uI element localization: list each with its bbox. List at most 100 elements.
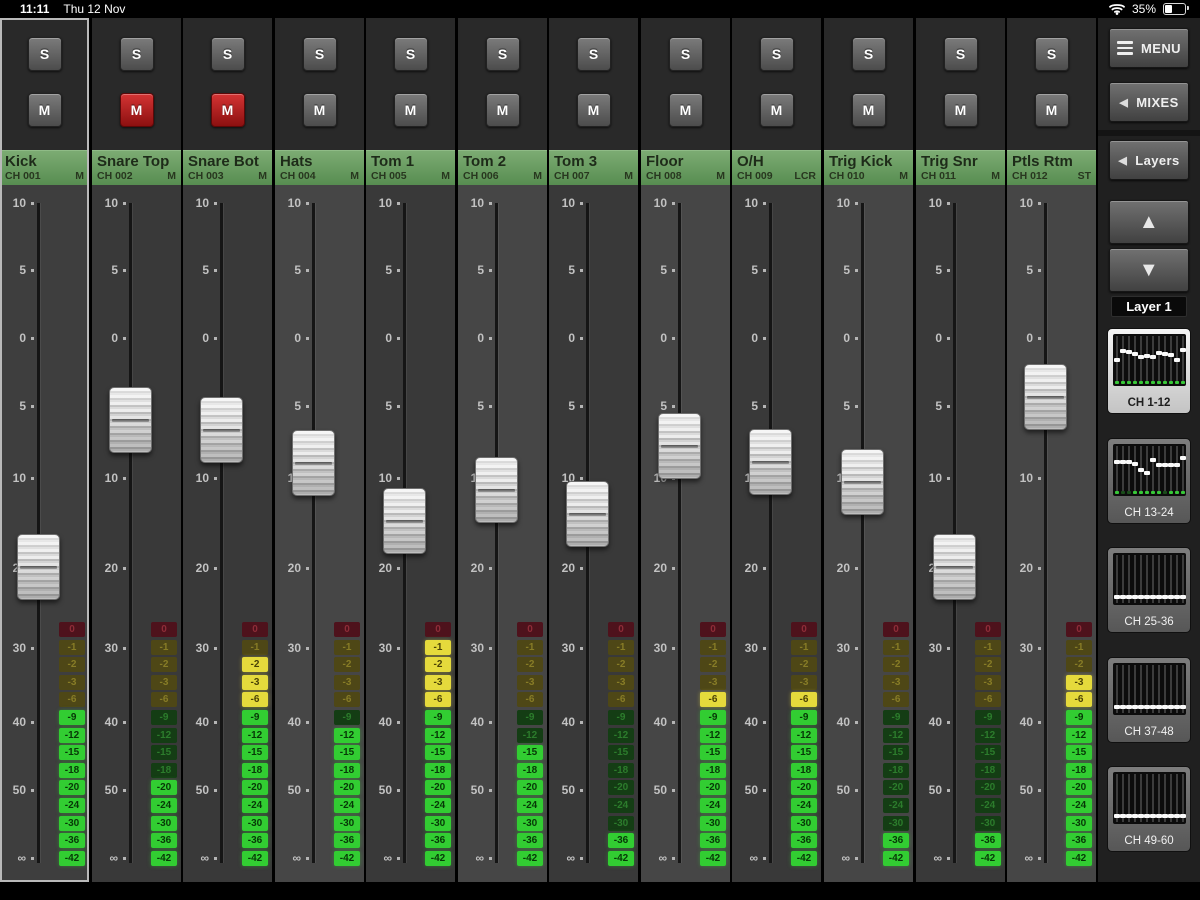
bank-button-ch-49-60[interactable]: CH 49-60 — [1107, 766, 1191, 852]
meter-segment: -36 — [151, 833, 177, 848]
fader-cap[interactable] — [200, 397, 243, 463]
meter-segment: 0 — [425, 622, 451, 637]
layer-up-button[interactable]: ▲ — [1109, 200, 1189, 244]
fader-cap[interactable] — [17, 534, 60, 600]
bank-list: CH 1-12 CH 13-24 CH 25-36 CH 37-48 CH 49… — [1107, 328, 1191, 873]
bank-button-ch-1-12[interactable]: CH 1-12 — [1107, 328, 1191, 414]
meter-segment: -30 — [791, 816, 817, 831]
channel-strip[interactable]: S M Ptls Rtm CH 012 ST 105051020304050∞ … — [1007, 18, 1096, 882]
meter-segment: -3 — [59, 675, 85, 690]
meter-segment: -20 — [59, 780, 85, 795]
meter-segment: -36 — [334, 833, 360, 848]
meter-segment: -42 — [151, 851, 177, 866]
level-meter: 0-1-2-3-6-9-12-15-18-20-24-30-36-42 — [458, 18, 547, 882]
meter-segment: -15 — [700, 745, 726, 760]
meter-segment: -2 — [883, 657, 909, 672]
channel-strip[interactable]: S M Snare Top CH 002 M 105051020304050∞ … — [92, 18, 181, 882]
meter-segment: -42 — [517, 851, 543, 866]
channel-strip[interactable]: S M Snare Bot CH 003 M 105051020304050∞ … — [183, 18, 272, 882]
meter-segment: -1 — [883, 640, 909, 655]
meter-segment: -42 — [608, 851, 634, 866]
meter-segment: -36 — [608, 833, 634, 848]
channel-strip[interactable]: S M Trig Snr CH 011 M 105051020304050∞ 0… — [916, 18, 1005, 882]
meter-segment: -12 — [517, 728, 543, 743]
bank-button-ch-25-36[interactable]: CH 25-36 — [1107, 547, 1191, 633]
meter-segment: -18 — [1066, 763, 1092, 778]
meter-segment: -42 — [334, 851, 360, 866]
meter-segment: -20 — [425, 780, 451, 795]
meter-segment: -18 — [242, 763, 268, 778]
channel-strip[interactable]: S M O/H CH 009 LCR 105051020304050∞ 0-1-… — [732, 18, 821, 882]
meter-segment: -12 — [883, 728, 909, 743]
fader-cap[interactable] — [109, 387, 152, 453]
meter-segment: -30 — [608, 816, 634, 831]
fader-cap[interactable] — [1024, 364, 1067, 430]
channel-strip[interactable]: S M Tom 2 CH 006 M 105051020304050∞ 0-1-… — [458, 18, 547, 882]
bank-label: CH 25-36 — [1108, 616, 1190, 628]
fader-cap[interactable] — [383, 488, 426, 554]
meter-segment: -18 — [425, 763, 451, 778]
meter-segment: -30 — [425, 816, 451, 831]
fader-cap[interactable] — [566, 481, 609, 547]
meter-segment: -15 — [1066, 745, 1092, 760]
fader-cap[interactable] — [658, 413, 701, 479]
fader-cap[interactable] — [475, 457, 518, 523]
meter-segment: -9 — [975, 710, 1001, 725]
meter-segment: -6 — [883, 692, 909, 707]
meter-segment: -9 — [883, 710, 909, 725]
meter-segment: -6 — [517, 692, 543, 707]
channel-strip[interactable]: S M Hats CH 004 M 105051020304050∞ 0-1-2… — [275, 18, 364, 882]
meter-segment: -12 — [425, 728, 451, 743]
fader-cap[interactable] — [841, 449, 884, 515]
meter-segment: -3 — [700, 675, 726, 690]
layer-down-button[interactable]: ▼ — [1109, 248, 1189, 292]
meter-segment: -1 — [334, 640, 360, 655]
meter-segment: -30 — [59, 816, 85, 831]
meter-segment: -42 — [242, 851, 268, 866]
clock: 11:11 — [20, 2, 49, 16]
meter-segment: -20 — [1066, 780, 1092, 795]
channel-strip[interactable]: S M Tom 3 CH 007 M 105051020304050∞ 0-1-… — [549, 18, 638, 882]
meter-segment: -3 — [1066, 675, 1092, 690]
menu-button[interactable]: MENU — [1109, 28, 1189, 68]
bank-label: CH 1-12 — [1108, 397, 1190, 409]
meter-segment: -20 — [700, 780, 726, 795]
up-arrow-icon: ▲ — [1139, 211, 1159, 234]
meter-segment: -9 — [1066, 710, 1092, 725]
meter-segment: -42 — [975, 851, 1001, 866]
meter-segment: 0 — [151, 622, 177, 637]
bank-button-ch-13-24[interactable]: CH 13-24 — [1107, 438, 1191, 524]
meter-segment: -1 — [59, 640, 85, 655]
meter-segment: -15 — [334, 745, 360, 760]
meter-segment: -20 — [334, 780, 360, 795]
meter-segment: -36 — [425, 833, 451, 848]
channel-strip[interactable]: S M Floor CH 008 M 105051020304050∞ 0-1-… — [641, 18, 730, 882]
panel-divider — [1098, 130, 1200, 136]
channel-strip[interactable]: S M Trig Kick CH 010 M 105051020304050∞ … — [824, 18, 913, 882]
layers-button[interactable]: ◀ Layers — [1109, 140, 1189, 180]
channel-strip[interactable]: S M Kick CH 001 M 105051020304050∞ 0-1-2… — [0, 18, 89, 882]
meter-segment: 0 — [242, 622, 268, 637]
meter-segment: -24 — [1066, 798, 1092, 813]
meter-segment: -36 — [242, 833, 268, 848]
fader-cap[interactable] — [749, 429, 792, 495]
meter-segment: -18 — [975, 763, 1001, 778]
meter-segment: 0 — [883, 622, 909, 637]
meter-segment: -6 — [242, 692, 268, 707]
mixes-button[interactable]: ◀ MIXES — [1109, 82, 1189, 122]
fader-cap[interactable] — [292, 430, 335, 496]
fader-cap[interactable] — [933, 534, 976, 600]
channel-strip[interactable]: S M Tom 1 CH 005 M 105051020304050∞ 0-1-… — [366, 18, 455, 882]
meter-segment: -2 — [425, 657, 451, 672]
meter-segment: -12 — [608, 728, 634, 743]
meter-segment: -2 — [334, 657, 360, 672]
meter-segment: -15 — [791, 745, 817, 760]
meter-segment: -15 — [608, 745, 634, 760]
meter-segment: -6 — [334, 692, 360, 707]
meter-segment: -2 — [700, 657, 726, 672]
hamburger-icon — [1117, 41, 1133, 55]
bank-button-ch-37-48[interactable]: CH 37-48 — [1107, 657, 1191, 743]
channel-strips: S M Kick CH 001 M 105051020304050∞ 0-1-2… — [0, 18, 1098, 882]
meter-segment: -20 — [517, 780, 543, 795]
meter-segment: -42 — [791, 851, 817, 866]
